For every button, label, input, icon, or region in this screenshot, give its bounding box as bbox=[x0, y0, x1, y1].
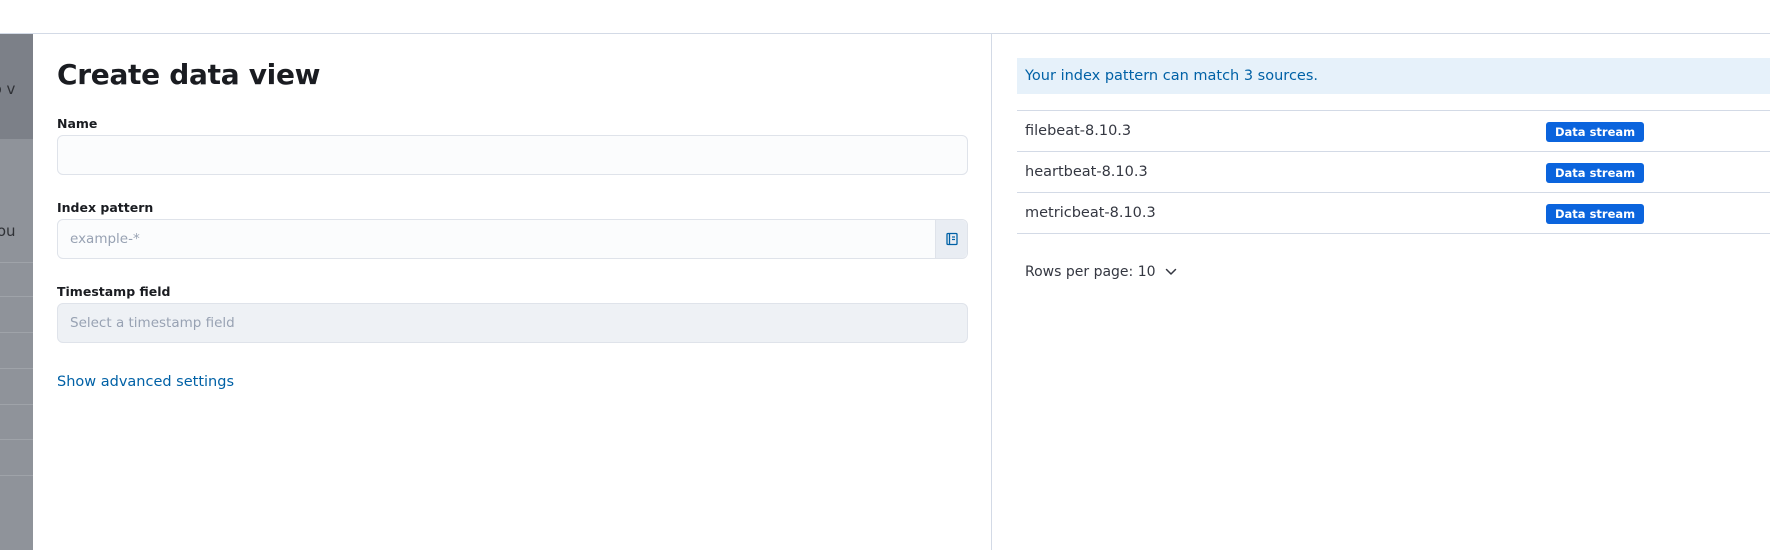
name-input[interactable] bbox=[57, 135, 968, 175]
data-view-form: Create data view Name Index pattern exam… bbox=[33, 34, 992, 550]
page-title: Create data view bbox=[57, 58, 321, 91]
timestamp-field-select[interactable]: Select a timestamp field bbox=[57, 303, 968, 343]
timestamp-field-label: Timestamp field bbox=[57, 284, 171, 299]
background-divider bbox=[0, 404, 33, 405]
type-badge: Data stream bbox=[1546, 163, 1645, 183]
create-data-view-flyout: Create data view Name Index pattern exam… bbox=[33, 34, 1770, 550]
background-divider bbox=[0, 296, 33, 297]
type-badge: Data stream bbox=[1546, 204, 1645, 224]
table-row: metricbeat-8.10.3 Data stream bbox=[1017, 193, 1770, 234]
top-bar bbox=[0, 0, 1770, 34]
rows-per-page-label: Rows per page: 10 bbox=[1025, 264, 1156, 280]
background-page-overlay: e, so v e you bbox=[0, 34, 33, 550]
table-row: filebeat-8.10.3 Data stream bbox=[1017, 111, 1770, 152]
show-advanced-settings-link[interactable]: Show advanced settings bbox=[57, 374, 234, 390]
background-text-snippet: e, so v bbox=[0, 80, 16, 98]
background-divider bbox=[0, 368, 33, 369]
background-divider bbox=[0, 439, 33, 440]
index-pattern-input[interactable]: example-* bbox=[57, 219, 968, 259]
index-pattern-label: Index pattern bbox=[57, 200, 154, 215]
background-text-snippet: e you bbox=[0, 222, 16, 240]
background-divider bbox=[0, 332, 33, 333]
sources-table: filebeat-8.10.3 Data stream heartbeat-8.… bbox=[1017, 110, 1770, 234]
index-pattern-placeholder: example-* bbox=[70, 231, 140, 247]
timestamp-placeholder: Select a timestamp field bbox=[70, 315, 235, 331]
index-help-icon[interactable] bbox=[935, 220, 967, 258]
background-divider bbox=[0, 475, 33, 476]
source-name: metricbeat-8.10.3 bbox=[1025, 205, 1156, 221]
rows-per-page-button[interactable]: Rows per page: 10 bbox=[1025, 264, 1178, 280]
name-field-label: Name bbox=[57, 116, 98, 131]
match-callout: Your index pattern can match 3 sources. bbox=[1017, 58, 1770, 94]
source-name: filebeat-8.10.3 bbox=[1025, 123, 1132, 139]
chevron-down-icon bbox=[1165, 268, 1176, 275]
background-divider bbox=[0, 262, 33, 263]
source-name: heartbeat-8.10.3 bbox=[1025, 164, 1148, 180]
matching-sources-panel: Your index pattern can match 3 sources. … bbox=[1017, 34, 1770, 550]
table-row: heartbeat-8.10.3 Data stream bbox=[1017, 152, 1770, 193]
type-badge: Data stream bbox=[1546, 122, 1645, 142]
